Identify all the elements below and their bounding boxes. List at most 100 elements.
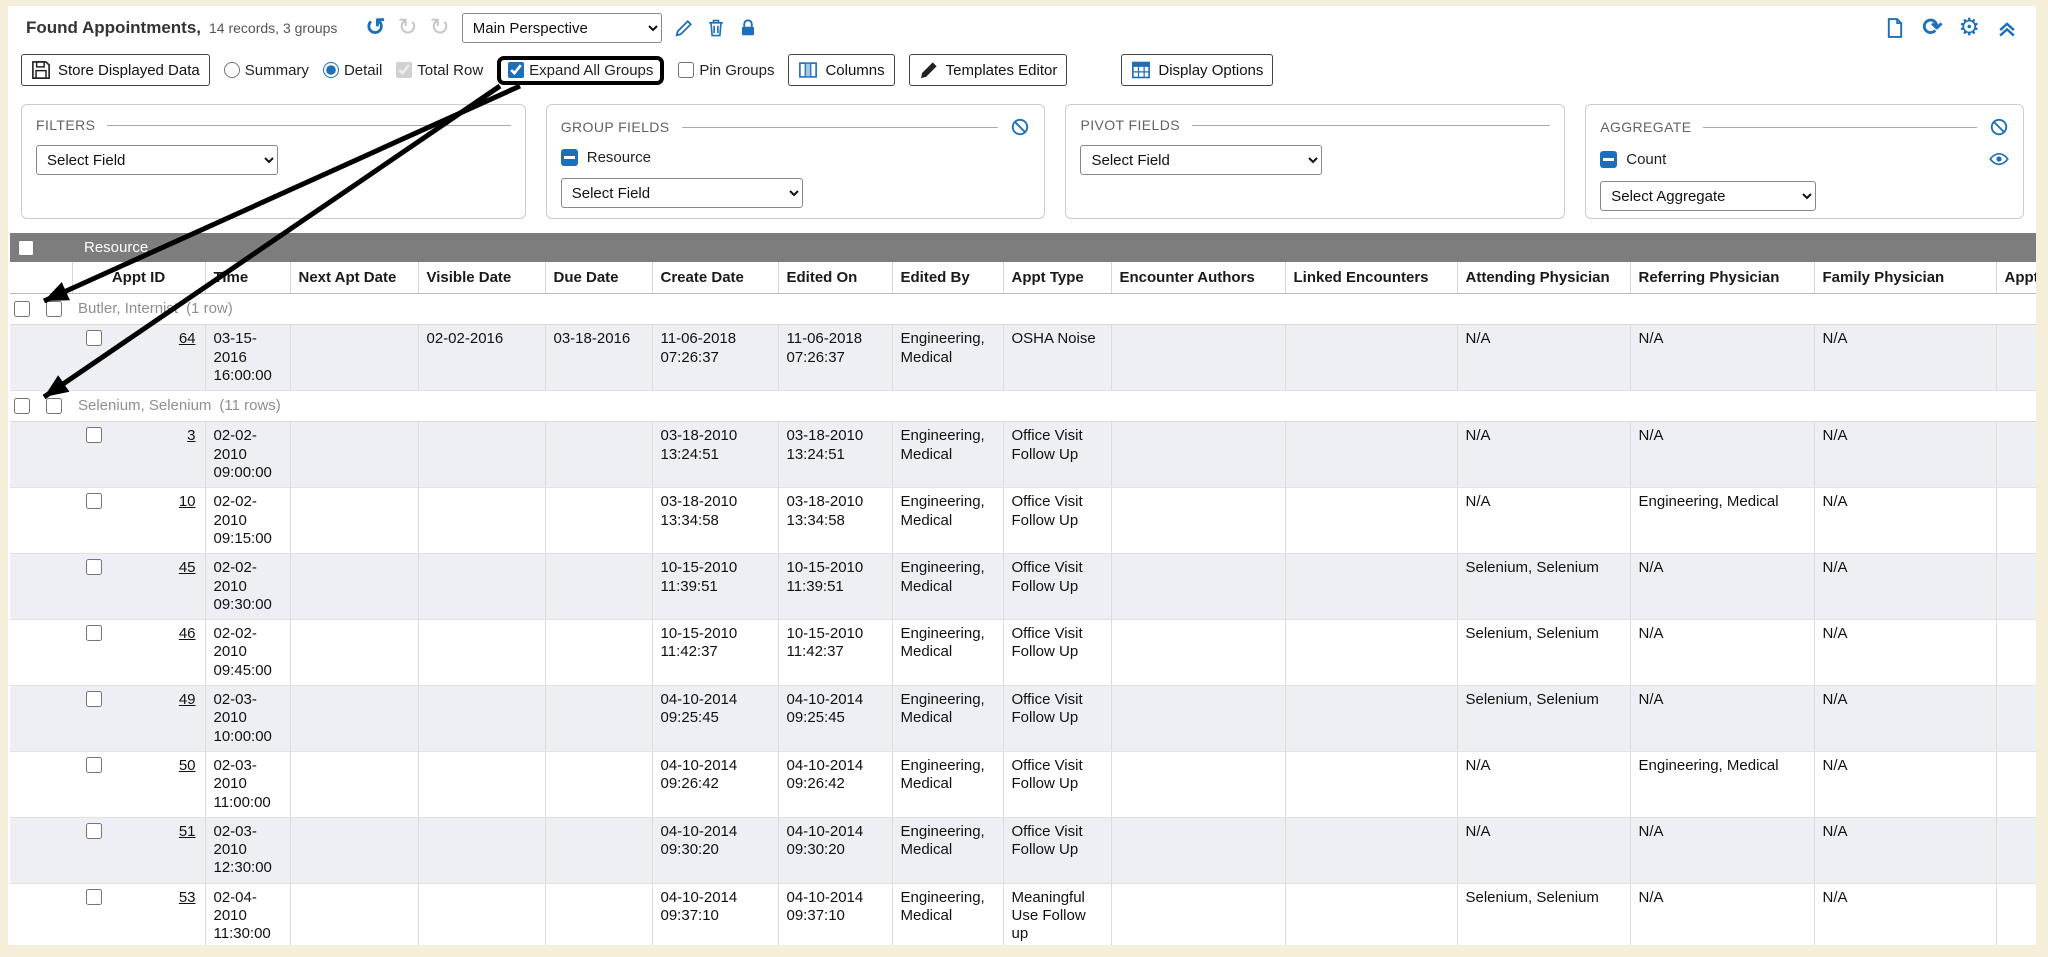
- select-all-checkbox[interactable]: [18, 240, 34, 256]
- row-select-checkbox[interactable]: [86, 823, 102, 839]
- aggregate-select[interactable]: Select Aggregate: [1600, 181, 1816, 211]
- appt-id-link[interactable]: 45: [179, 559, 196, 577]
- undo-icon[interactable]: ↺: [365, 16, 385, 40]
- row-select-checkbox[interactable]: [86, 493, 102, 509]
- record-summary: 14 records, 3 groups: [209, 20, 337, 36]
- group-expand-checkbox[interactable]: [14, 398, 30, 414]
- row-select-checkbox[interactable]: [86, 625, 102, 641]
- column-header-time[interactable]: Time: [205, 262, 290, 294]
- expand-all-groups-checkbox-input[interactable]: [508, 62, 524, 78]
- appointment-row: 4602-02-2010 09:45:0010-15-2010 11:42:37…: [10, 620, 2036, 686]
- appt-id-link[interactable]: 64: [179, 330, 196, 348]
- column-header-appt-id[interactable]: Appt ID: [72, 262, 205, 294]
- pin-groups-checkbox-input[interactable]: [678, 62, 694, 78]
- column-header-appt-re[interactable]: Appt Re: [1996, 262, 2036, 294]
- cell-due-date: [545, 620, 652, 686]
- cell-appt-type: Office Visit Follow Up: [1003, 620, 1111, 686]
- pin-groups-label: Pin Groups: [699, 62, 774, 79]
- clear-aggregate-icon[interactable]: [1989, 117, 2009, 137]
- remove-group-field-icon[interactable]: [561, 149, 578, 166]
- cell-appt-reason: [1996, 488, 2036, 554]
- appt-id-link[interactable]: 3: [187, 427, 195, 445]
- cell-referring-physician: N/A: [1630, 883, 1814, 945]
- column-header-encounter-authors[interactable]: Encounter Authors: [1111, 262, 1285, 294]
- summary-radio[interactable]: Summary: [224, 62, 309, 79]
- redo-icon[interactable]: ↻: [398, 16, 418, 40]
- cell-appt-type: Office Visit Follow Up: [1003, 488, 1111, 554]
- row-select-checkbox[interactable]: [86, 559, 102, 575]
- refresh-icon[interactable]: ⟳: [1922, 16, 1942, 40]
- appt-id-link[interactable]: 10: [179, 493, 196, 511]
- edit-perspective-icon[interactable]: [674, 18, 694, 38]
- column-header-family-physician[interactable]: Family Physician: [1814, 262, 1996, 294]
- cell-time: 02-02-2010 09:30:00: [205, 554, 290, 620]
- row-select-checkbox[interactable]: [86, 330, 102, 346]
- appt-id-link[interactable]: 46: [179, 625, 196, 643]
- cell-visible-date: [418, 422, 545, 488]
- pin-groups-checkbox[interactable]: Pin Groups: [678, 62, 774, 79]
- row-select-checkbox[interactable]: [86, 691, 102, 707]
- pivot-fields-rule: [1192, 125, 1550, 126]
- detail-radio[interactable]: Detail: [323, 62, 382, 79]
- templates-editor-button[interactable]: Templates Editor: [909, 54, 1068, 86]
- cell-linked-encounters: [1285, 620, 1457, 686]
- perspective-select[interactable]: Main Perspective: [462, 13, 662, 43]
- cell-due-date: [545, 686, 652, 752]
- store-displayed-data-button[interactable]: Store Displayed Data: [21, 54, 210, 86]
- group-select-checkbox[interactable]: [46, 301, 62, 317]
- filters-field-select[interactable]: Select Field: [36, 145, 278, 175]
- summary-radio-input[interactable]: [224, 62, 240, 78]
- column-header-edited-on[interactable]: Edited On: [778, 262, 892, 294]
- lock-icon[interactable]: [738, 18, 758, 38]
- detail-radio-input[interactable]: [323, 62, 339, 78]
- column-header-attending-physician[interactable]: Attending Physician: [1457, 262, 1630, 294]
- row-select-checkbox[interactable]: [86, 889, 102, 905]
- appt-id-link[interactable]: 51: [179, 823, 196, 841]
- group-select-checkbox[interactable]: [46, 398, 62, 414]
- column-header-linked-encounters[interactable]: Linked Encounters: [1285, 262, 1457, 294]
- cell-time: 02-04-2010 11:30:00: [205, 883, 290, 945]
- delete-perspective-icon[interactable]: [706, 18, 726, 38]
- column-header-select[interactable]: [10, 262, 72, 294]
- columns-button[interactable]: Columns: [788, 54, 894, 86]
- appt-id-link[interactable]: 50: [179, 757, 196, 775]
- eye-icon[interactable]: [1989, 149, 2009, 169]
- collapse-panel-icon[interactable]: [1996, 17, 2018, 39]
- appt-id-link[interactable]: 49: [179, 691, 196, 709]
- clear-group-fields-icon[interactable]: [1010, 117, 1030, 137]
- cell-linked-encounters: [1285, 488, 1457, 554]
- cell-edited-on: 04-10-2014 09:26:42: [778, 751, 892, 817]
- cell-attending-physician: Selenium, Selenium: [1457, 883, 1630, 945]
- display-options-button[interactable]: Display Options: [1121, 54, 1273, 86]
- cell-edited-by: Engineering, Medical: [892, 686, 1003, 752]
- cell-encounter-authors: [1111, 325, 1285, 391]
- column-header-visible-date[interactable]: Visible Date: [418, 262, 545, 294]
- group-header-bar: Resource: [10, 233, 2036, 262]
- cell-referring-physician: Engineering, Medical: [1630, 488, 1814, 554]
- cell-attending-physician: N/A: [1457, 488, 1630, 554]
- group-expand-checkbox[interactable]: [14, 301, 30, 317]
- reset-icon[interactable]: ↻: [430, 16, 450, 40]
- appt-id-link[interactable]: 53: [179, 889, 196, 907]
- document-icon[interactable]: [1884, 17, 1906, 39]
- column-header-edited-by[interactable]: Edited By: [892, 262, 1003, 294]
- pivot-field-select[interactable]: Select Field: [1080, 145, 1322, 175]
- group-label: Butler, Internist: [78, 300, 178, 318]
- cell-next-apt-date: [290, 751, 418, 817]
- cell-appt-reason: [1996, 554, 2036, 620]
- column-header-create-date[interactable]: Create Date: [652, 262, 778, 294]
- row-select-checkbox[interactable]: [86, 427, 102, 443]
- cell-edited-by: Engineering, Medical: [892, 620, 1003, 686]
- column-header-appt-type[interactable]: Appt Type: [1003, 262, 1111, 294]
- column-header-due-date[interactable]: Due Date: [545, 262, 652, 294]
- remove-aggregate-icon[interactable]: [1600, 151, 1617, 168]
- settings-gear-icon[interactable]: ⚙: [1958, 16, 1980, 40]
- column-header-referring-physician[interactable]: Referring Physician: [1630, 262, 1814, 294]
- expand-all-groups-checkbox[interactable]: Expand All Groups: [508, 62, 653, 79]
- cell-create-date: 11-06-2018 07:26:37: [652, 325, 778, 391]
- column-header-next-apt-date[interactable]: Next Apt Date: [290, 262, 418, 294]
- group-field-select[interactable]: Select Field: [561, 178, 803, 208]
- total-row-checkbox[interactable]: Total Row: [396, 62, 483, 79]
- row-select-checkbox[interactable]: [86, 757, 102, 773]
- cell-create-date: 03-18-2010 13:34:58: [652, 488, 778, 554]
